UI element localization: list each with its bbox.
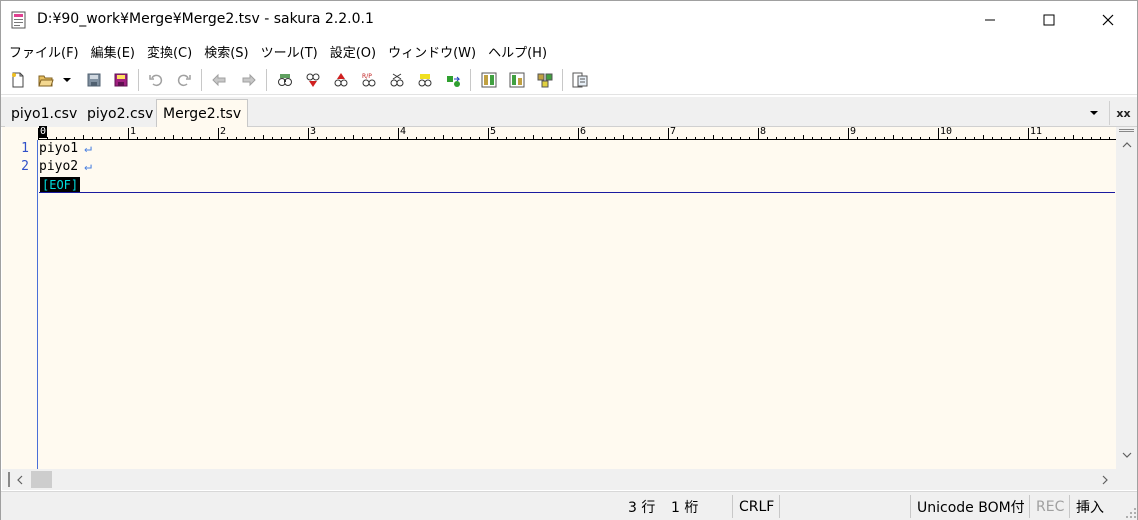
menu-convert[interactable]: 変換(C) [143, 42, 196, 61]
ruler-label-1: 1 [130, 126, 137, 137]
scroll-thumb[interactable] [31, 471, 52, 488]
status-bar: 3 行 1 桁 CRLF Unicode BOM付 REC 挿入 [1, 491, 1137, 520]
ruler-label-5: 5 [490, 126, 497, 137]
tab-list-dropdown-icon[interactable] [1086, 105, 1102, 121]
redo-icon[interactable] [174, 70, 194, 90]
code-line: piyo2 ↵ [39, 158, 92, 176]
ruler-label-0: 0 [39, 126, 48, 138]
menu-settings[interactable]: 設定(O) [326, 42, 380, 61]
undo-icon[interactable] [146, 70, 166, 90]
status-divider [1069, 495, 1070, 518]
menu-search[interactable]: 検索(S) [200, 42, 252, 61]
open-dropdown-icon[interactable] [60, 70, 74, 90]
save-all-icon[interactable] [111, 70, 131, 90]
ruler-label-9: 9 [850, 126, 857, 137]
search-prev-icon[interactable] [331, 70, 351, 90]
resize-grip-icon[interactable] [1125, 507, 1137, 519]
minimize-button[interactable] [967, 1, 1013, 39]
scrollbar-corner [1116, 469, 1137, 490]
status-divider [1029, 495, 1030, 518]
window-title: D:¥90_work¥Merge¥Merge2.tsv - sakura 2.2… [37, 11, 374, 27]
ruler-label-2: 2 [220, 126, 227, 137]
status-insert-mode[interactable]: 挿入 [1076, 492, 1104, 520]
jump-back-icon[interactable] [209, 70, 229, 90]
title-bar: D:¥90_work¥Merge¥Merge2.tsv - sakura 2.2… [1, 1, 1137, 39]
tab-piyo1[interactable]: piyo1.csv [5, 103, 85, 127]
ruler-label-7: 7 [670, 126, 677, 137]
outline-icon[interactable] [535, 70, 555, 90]
mark-icon[interactable] [415, 70, 435, 90]
eol-mark-icon: ↵ [84, 159, 92, 174]
ruler-label-11: 11 [1030, 126, 1043, 137]
status-divider [779, 495, 780, 518]
line-number-gutter: 1 2 [2, 140, 38, 469]
new-file-icon[interactable] [8, 70, 28, 90]
toolbar-separator [470, 69, 471, 91]
menu-file[interactable]: ファイル(F) [5, 42, 83, 61]
tab-merge2[interactable]: Merge2.tsv [156, 99, 249, 127]
ruler-label-3: 3 [310, 126, 317, 137]
scroll-right-icon[interactable] [1099, 473, 1111, 487]
cursor-underline [39, 192, 1115, 193]
status-divider [732, 495, 733, 518]
ruler-label-8: 8 [760, 126, 767, 137]
ruler-label-4: 4 [400, 126, 407, 137]
replace-icon[interactable]: R/P [359, 70, 379, 90]
vertical-scrollbar[interactable] [1116, 127, 1137, 469]
eof-marker: [EOF] [40, 177, 81, 193]
ruler-label-6: 6 [580, 126, 587, 137]
search-next-icon[interactable] [303, 70, 323, 90]
ruler-label-10: 10 [940, 126, 953, 137]
ruler-ticks [38, 128, 1110, 140]
menu-edit[interactable]: 編集(E) [87, 42, 139, 61]
status-rec: REC [1036, 498, 1065, 515]
menu-window[interactable]: ウィンドウ(W) [384, 42, 480, 61]
split-grip[interactable] [8, 472, 10, 487]
editor-area[interactable]: 0 1 2 3 4 5 6 7 8 9 10 11 1 2 piyo1 ↵ piy… [2, 126, 1116, 469]
tag-jump-icon[interactable] [479, 70, 499, 90]
search-icon[interactable] [275, 70, 295, 90]
scroll-up-icon[interactable] [1119, 139, 1134, 151]
compare-icon[interactable] [507, 70, 527, 90]
open-file-icon[interactable] [36, 70, 56, 90]
line-text: piyo2 [39, 159, 79, 174]
maximize-button[interactable] [1026, 1, 1072, 39]
eol-mark-icon: ↵ [84, 141, 92, 156]
toolbar-separator [138, 69, 139, 91]
svg-text:R/P: R/P [362, 73, 372, 80]
scroll-left-icon[interactable] [14, 473, 26, 487]
column-ruler: 0 1 2 3 4 5 6 7 8 9 10 11 [38, 126, 1116, 140]
save-icon[interactable] [84, 70, 104, 90]
status-column: 1 桁 [671, 499, 699, 516]
toolbar-separator [562, 69, 563, 91]
function-list-icon[interactable] [570, 70, 590, 90]
status-divider [910, 495, 911, 518]
scroll-down-icon[interactable] [1119, 449, 1134, 461]
line-text: piyo1 [39, 141, 79, 156]
tab-bar: piyo1.csv piyo2.csv Merge2.tsv [1, 97, 1137, 127]
menu-tools[interactable]: ツール(T) [257, 42, 322, 61]
status-row: 3 行 [628, 499, 656, 516]
toolbar-separator [266, 69, 267, 91]
sakura-app-icon[interactable] [11, 11, 27, 29]
close-all-tabs-button[interactable]: xx [1109, 101, 1137, 125]
bookmark-jump-icon[interactable] [443, 70, 463, 90]
menu-bar: ファイル(F) 編集(E) 変換(C) 検索(S) ツール(T) 設定(O) ウ… [1, 39, 1137, 63]
split-grip[interactable] [1119, 129, 1134, 132]
line-number: 1 [21, 141, 29, 156]
status-line-ending[interactable]: CRLF [739, 492, 774, 520]
tab-piyo2[interactable]: piyo2.csv [81, 103, 161, 127]
toolbar: R/P [1, 65, 1137, 95]
code-line: piyo1 ↵ [39, 140, 92, 158]
jump-forward-icon[interactable] [239, 70, 259, 90]
grep-icon[interactable] [387, 70, 407, 90]
line-number: 2 [21, 159, 29, 174]
close-button[interactable] [1085, 1, 1131, 39]
horizontal-scrollbar[interactable] [2, 469, 1116, 490]
status-encoding[interactable]: Unicode BOM付 [917, 492, 1025, 520]
menu-help[interactable]: ヘルプ(H) [484, 42, 551, 61]
editor-window: D:¥90_work¥Merge¥Merge2.tsv - sakura 2.2… [0, 0, 1138, 520]
toolbar-separator [201, 69, 202, 91]
